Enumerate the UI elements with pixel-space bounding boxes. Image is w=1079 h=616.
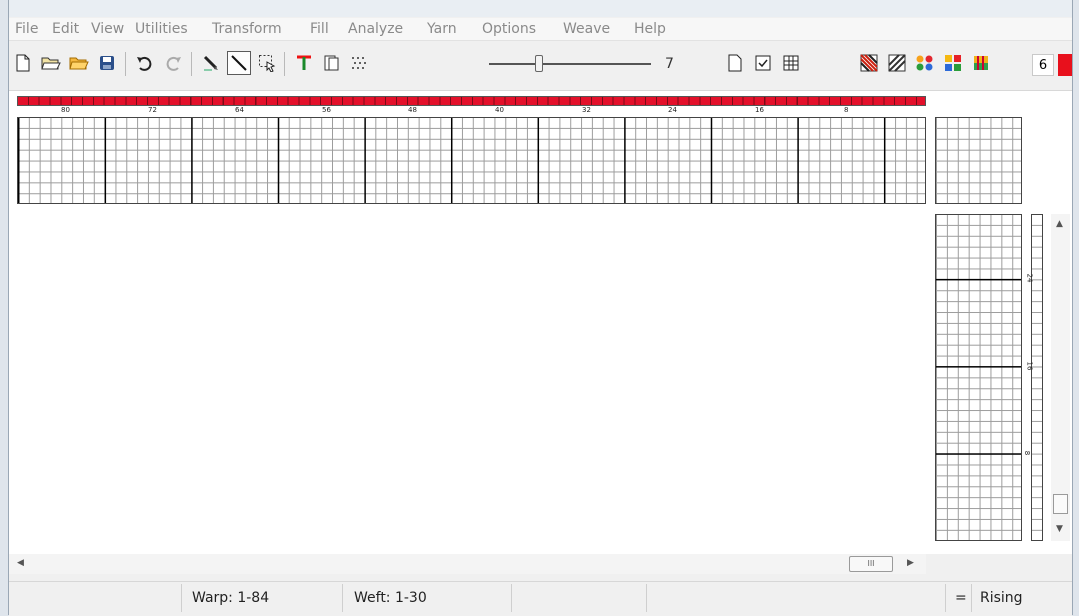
open-recent-folder-icon[interactable]	[67, 51, 91, 75]
grid-icon[interactable]	[779, 51, 803, 75]
menu-weave[interactable]: Weave	[563, 21, 610, 37]
title-bar	[9, 0, 1072, 17]
scroll-up-arrow-icon[interactable]: ▲	[1056, 219, 1063, 229]
menu-transform[interactable]: Transform	[212, 21, 282, 37]
save-icon[interactable]	[95, 51, 119, 75]
pencil-tool-icon[interactable]	[199, 51, 223, 75]
pages-icon[interactable]	[320, 51, 344, 75]
drawdown-icon[interactable]	[857, 51, 881, 75]
warp-tick: 64	[235, 106, 244, 114]
interlacement-icon[interactable]	[885, 51, 909, 75]
menu-analyze[interactable]: Analyze	[348, 21, 403, 37]
status-lift-mode: Rising	[980, 590, 1023, 606]
color-count-field[interactable]: 6	[1032, 54, 1054, 76]
color-blend-icon[interactable]	[969, 51, 993, 75]
warp-tick: 32	[582, 106, 591, 114]
menu-edit[interactable]: Edit	[52, 21, 79, 37]
open-folder-icon[interactable]	[39, 51, 63, 75]
horizontal-scrollbar[interactable]	[9, 554, 926, 574]
warp-tick: 40	[495, 106, 504, 114]
warp-color-bar[interactable]	[17, 96, 926, 106]
color-palette-icon[interactable]	[913, 51, 937, 75]
select-tool-icon[interactable]	[255, 51, 279, 75]
weft-tick: 16	[1025, 361, 1034, 371]
zoom-value: 7	[665, 56, 674, 72]
vertical-scroll-thumb[interactable]	[1053, 494, 1068, 514]
warp-tick: 72	[148, 106, 157, 114]
horizontal-scroll-thumb[interactable]: III	[849, 556, 893, 572]
color-grid-icon[interactable]	[941, 51, 965, 75]
main-window: File Edit View Utilities Transform Fill …	[8, 0, 1073, 616]
status-equals: =	[955, 590, 967, 606]
vertical-scrollbar[interactable]	[1051, 214, 1070, 541]
menu-help[interactable]: Help	[634, 21, 666, 37]
threading-grid[interactable]	[17, 117, 926, 204]
menu-options[interactable]: Options	[482, 21, 536, 37]
line-tool-icon[interactable]	[227, 51, 251, 75]
status-bar: Warp: 1-84 Weft: 1-30 = Rising	[9, 581, 1072, 616]
scroll-right-arrow-icon[interactable]: ▶	[907, 558, 914, 568]
status-warp: Warp: 1-84	[192, 590, 270, 606]
warp-tick: 24	[668, 106, 677, 114]
tieup-grid[interactable]	[935, 117, 1022, 204]
menu-bar: File Edit View Utilities Transform Fill …	[9, 18, 1072, 41]
weft-tick: 24	[1025, 273, 1034, 283]
menu-fill[interactable]: Fill	[310, 21, 329, 37]
checkbox-page-icon[interactable]	[751, 51, 775, 75]
pattern-dots-icon[interactable]	[348, 51, 372, 75]
undo-icon[interactable]	[133, 51, 157, 75]
warp-tick: 8	[844, 106, 849, 114]
zoom-slider-thumb[interactable]	[535, 55, 543, 72]
new-file-icon[interactable]	[11, 51, 35, 75]
menu-file[interactable]: File	[15, 21, 38, 37]
treadling-grid[interactable]	[935, 214, 1022, 541]
scroll-down-arrow-icon[interactable]: ▼	[1056, 524, 1063, 534]
warp-tick: 56	[322, 106, 331, 114]
active-color-swatch[interactable]	[1058, 54, 1072, 76]
menu-yarn[interactable]: Yarn	[427, 21, 457, 37]
scroll-left-arrow-icon[interactable]: ◀	[17, 558, 24, 568]
weft-color-bar[interactable]	[1031, 214, 1043, 541]
warp-tick: 80	[61, 106, 70, 114]
zoom-slider-track[interactable]	[489, 63, 651, 65]
warp-ruler: 80 72 64 56 48 40 32 24 16 8	[17, 106, 926, 117]
blank-page-icon[interactable]	[723, 51, 747, 75]
menu-utilities[interactable]: Utilities	[135, 21, 188, 37]
weft-tick: 8	[1023, 450, 1032, 456]
warp-tick: 48	[408, 106, 417, 114]
menu-view[interactable]: View	[91, 21, 124, 37]
threading-icon[interactable]	[292, 51, 316, 75]
redo-icon[interactable]	[161, 51, 185, 75]
status-weft: Weft: 1-30	[354, 590, 427, 606]
warp-tick: 16	[755, 106, 764, 114]
